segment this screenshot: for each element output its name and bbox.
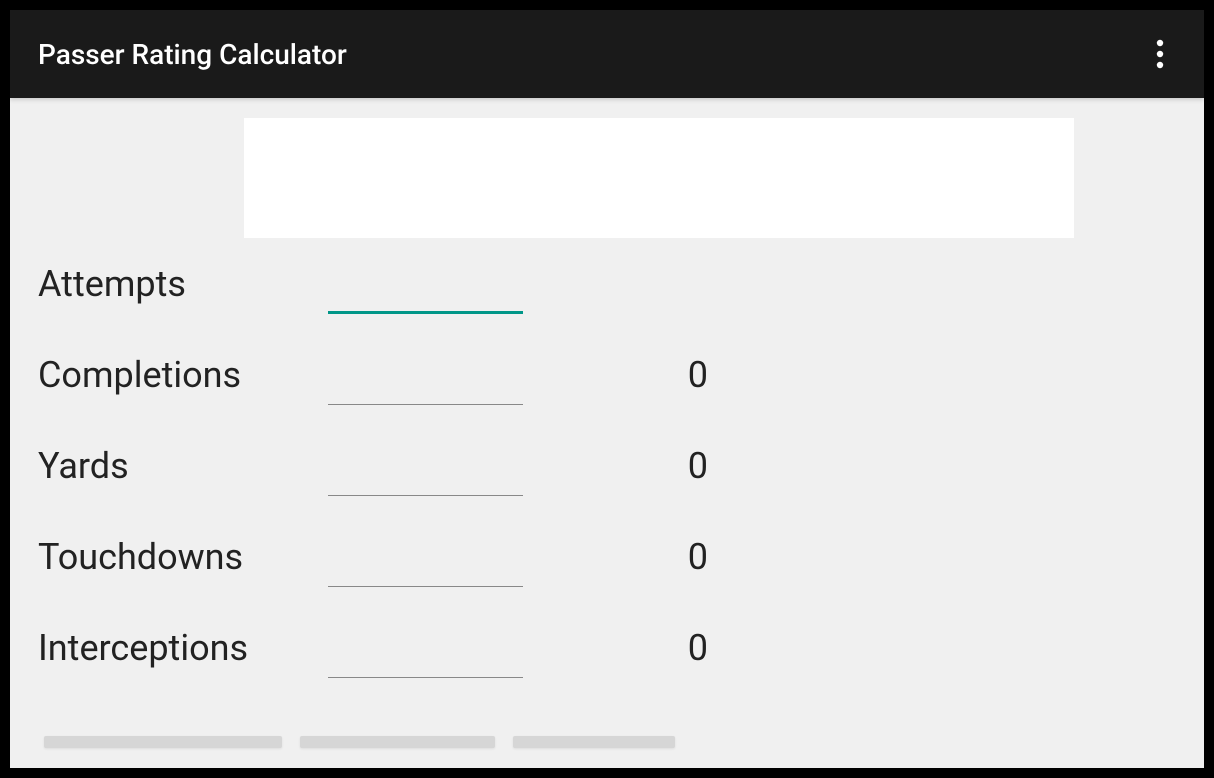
- row-attempts: Attempts: [38, 238, 1176, 329]
- label-interceptions: Interceptions: [38, 627, 298, 669]
- more-vert-icon: [1156, 38, 1164, 70]
- label-yards: Yards: [38, 445, 298, 487]
- content-area: Attempts Completions 0 Yards 0: [10, 98, 1204, 768]
- input-yards[interactable]: [328, 453, 523, 496]
- max-completions: 0: [648, 354, 708, 396]
- row-yards: Yards 0: [38, 420, 1176, 511]
- app-title: Passer Rating Calculator: [38, 38, 347, 71]
- app-bar: Passer Rating Calculator: [10, 10, 1204, 98]
- label-touchdowns: Touchdowns: [38, 536, 298, 578]
- app-window: Passer Rating Calculator Attempts Comple…: [10, 10, 1204, 768]
- bottom-button-1[interactable]: [44, 736, 282, 748]
- max-yards: 0: [648, 445, 708, 487]
- input-interceptions[interactable]: [328, 635, 523, 678]
- bottom-button-2[interactable]: [300, 736, 495, 748]
- input-form: Attempts Completions 0 Yards 0: [38, 238, 1176, 693]
- row-interceptions: Interceptions 0: [38, 602, 1176, 693]
- result-display-area: [244, 118, 1074, 238]
- label-attempts: Attempts: [38, 263, 298, 305]
- input-attempts[interactable]: [328, 269, 523, 314]
- row-completions: Completions 0: [38, 329, 1176, 420]
- input-completions[interactable]: [328, 362, 523, 405]
- overflow-menu-button[interactable]: [1140, 34, 1180, 74]
- input-touchdowns[interactable]: [328, 544, 523, 587]
- max-interceptions: 0: [648, 627, 708, 669]
- max-touchdowns: 0: [648, 536, 708, 578]
- bottom-button-bar: [44, 736, 1170, 748]
- label-completions: Completions: [38, 354, 298, 396]
- row-touchdowns: Touchdowns 0: [38, 511, 1176, 602]
- bottom-button-3[interactable]: [513, 736, 675, 748]
